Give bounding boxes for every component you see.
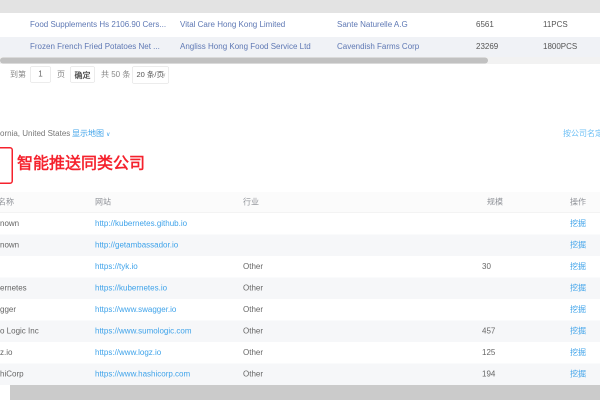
website-link[interactable]: https://tyk.io: [95, 256, 138, 278]
trade-table-row: Food Supplements Hs 2106.90 Cers... Vita…: [0, 13, 600, 37]
website-link[interactable]: http://getambassador.io: [95, 235, 178, 257]
company-row: z.io https://www.logz.io Other 125 挖掘: [0, 342, 600, 364]
mine-link[interactable]: 挖掘: [570, 278, 586, 300]
company-table-header: 名称 网站 行业 规模 操作: [0, 192, 600, 213]
company-row: hiCorp https://www.hashicorp.com Other 1…: [0, 364, 600, 386]
website-link[interactable]: http://kubernetes.github.io: [95, 213, 187, 235]
mine-link[interactable]: 挖掘: [570, 364, 586, 386]
header-industry: 行业: [243, 192, 259, 213]
chevron-down-icon: ∨: [162, 67, 166, 83]
company-name: nown: [0, 213, 19, 235]
website-link[interactable]: https://kubernetes.io: [95, 278, 167, 300]
mine-link[interactable]: 挖掘: [570, 235, 586, 257]
page-size-value: 20 条/页: [137, 67, 165, 83]
section-title: 智能推送同类公司: [17, 151, 145, 175]
product-link[interactable]: Frozen French Fried Potatoes Net ...: [30, 37, 160, 57]
show-map-link[interactable]: 显示地图∨: [72, 126, 110, 142]
mine-link[interactable]: 挖掘: [570, 299, 586, 321]
trade-table-row: Frozen French Fried Potatoes Net ... Ang…: [0, 37, 600, 57]
industry-value: Other: [243, 278, 263, 300]
page-unit-label: 页: [57, 66, 65, 84]
confirm-button[interactable]: 确定: [70, 67, 95, 83]
scrollbar-thumb[interactable]: [0, 58, 488, 64]
website-link[interactable]: https://www.logz.io: [95, 342, 161, 364]
app-window: Food Supplements Hs 2106.90 Cers... Vita…: [0, 0, 600, 400]
total-count-label: 共 50 条: [101, 66, 130, 84]
company-name: nown: [0, 235, 19, 257]
footer-bar: [10, 385, 600, 400]
industry-value: Other: [243, 256, 263, 278]
supplier-link[interactable]: Sante Naturelle A.G: [337, 13, 408, 37]
mine-link[interactable]: 挖掘: [570, 321, 586, 343]
show-map-label: 显示地图: [72, 130, 104, 139]
industry-value: Other: [243, 364, 263, 386]
table-header-strip: [0, 0, 600, 13]
product-link[interactable]: Food Supplements Hs 2106.90 Cers...: [30, 13, 166, 37]
industry-value: Other: [243, 299, 263, 321]
header-website: 网站: [95, 192, 111, 213]
industry-value: Other: [243, 321, 263, 343]
website-link[interactable]: https://www.swagger.io: [95, 299, 176, 321]
chevron-down-icon: ∨: [106, 131, 110, 138]
company-name: gger: [0, 299, 16, 321]
unit-value: 1800PCS: [543, 37, 577, 57]
buyer-link[interactable]: Angliss Hong Kong Food Service Ltd: [180, 37, 311, 57]
website-link[interactable]: https://www.sumologic.com: [95, 321, 191, 343]
company-row: ernetes https://kubernetes.io Other 挖掘: [0, 278, 600, 300]
page: Food Supplements Hs 2106.90 Cers... Vita…: [0, 0, 600, 400]
industry-value: Other: [243, 342, 263, 364]
supplier-link[interactable]: Cavendish Farms Corp: [337, 37, 419, 57]
mine-link[interactable]: 挖掘: [570, 213, 586, 235]
company-row: o Logic Inc https://www.sumologic.com Ot…: [0, 321, 600, 343]
goto-page-label: 到第: [10, 66, 26, 84]
company-row: https://tyk.io Other 30 挖掘: [0, 256, 600, 278]
quantity-value: 6561: [476, 13, 494, 37]
scale-value: 457: [482, 321, 495, 343]
buyer-link[interactable]: Vital Care Hong Kong Limited: [180, 13, 285, 37]
company-name: z.io: [0, 342, 12, 364]
horizontal-scrollbar[interactable]: [0, 57, 600, 64]
company-row: nown http://getambassador.io 挖掘: [0, 235, 600, 257]
header-name: 名称: [0, 192, 14, 213]
scale-value: 125: [482, 342, 495, 364]
mine-link[interactable]: 挖掘: [570, 342, 586, 364]
company-name: hiCorp: [0, 364, 24, 386]
highlight-box: [0, 147, 13, 184]
company-row: gger https://www.swagger.io Other 挖掘: [0, 299, 600, 321]
header-scale: 规模: [487, 192, 503, 213]
company-name: ernetes: [0, 278, 27, 300]
mine-link[interactable]: 挖掘: [570, 256, 586, 278]
unit-value: 11PCS: [543, 13, 568, 37]
pagination: › 到第 页 确定 共 50 条 20 条/页 ∨: [0, 66, 600, 84]
company-name: o Logic Inc: [0, 321, 39, 343]
scale-value: 30: [482, 256, 491, 278]
scale-value: 194: [482, 364, 495, 386]
quantity-value: 23269: [476, 37, 498, 57]
location-bar: ornia, United States 显示地图∨ 按公司名定: [0, 126, 600, 142]
header-action: 操作: [570, 192, 586, 213]
page-size-select[interactable]: 20 条/页 ∨: [132, 67, 169, 84]
location-text: ornia, United States: [0, 126, 70, 142]
website-link[interactable]: https://www.hashicorp.com: [95, 364, 190, 386]
company-row: nown http://kubernetes.github.io 挖掘: [0, 213, 600, 235]
page-number-input[interactable]: [30, 67, 51, 83]
sort-by-company-link[interactable]: 按公司名定: [563, 126, 600, 142]
